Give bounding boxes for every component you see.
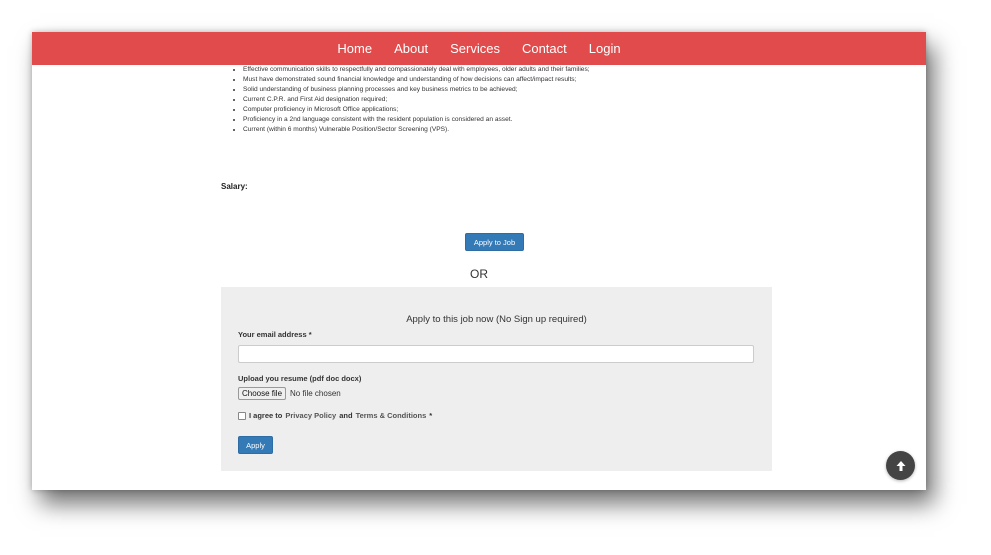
list-item: Computer proficiency in Microsoft Office… xyxy=(243,105,623,115)
and-text: and xyxy=(339,411,353,420)
quick-apply-panel: Apply to this job now (No Sign up requir… xyxy=(221,287,772,471)
list-item: Must have demonstrated sound financial k… xyxy=(243,75,623,85)
email-field[interactable] xyxy=(238,345,754,363)
list-item: Current (within 6 months) Vulnerable Pos… xyxy=(243,125,623,135)
choose-file-button[interactable]: Choose file xyxy=(238,387,287,400)
panel-title: Apply to this job now (No Sign up requir… xyxy=(406,314,587,325)
resume-label: Upload you resume (pdf doc docx) xyxy=(238,374,362,383)
requirements-list: Effective communication skills to respec… xyxy=(221,65,623,135)
agree-prefix-text: I agree to xyxy=(249,411,283,420)
arrow-up-icon xyxy=(896,460,905,471)
email-label: Your email address * xyxy=(238,330,312,339)
list-item: Solid understanding of business planning… xyxy=(243,85,623,95)
terms-conditions-link[interactable]: Terms & Conditions xyxy=(356,411,427,420)
file-upload: Choose file No file chosen xyxy=(238,387,341,400)
top-navbar: Home About Services Contact Login xyxy=(32,32,926,65)
nav-link-home[interactable]: Home xyxy=(326,41,383,56)
or-divider-text: OR xyxy=(470,267,488,281)
no-file-text: No file chosen xyxy=(290,389,341,398)
nav-menu: Home About Services Contact Login xyxy=(32,32,926,65)
list-item: Proficiency in a 2nd language consistent… xyxy=(243,115,623,125)
nav-link-services[interactable]: Services xyxy=(439,41,511,56)
apply-button[interactable]: Apply xyxy=(238,436,273,454)
browser-page: Home About Services Contact Login Effect… xyxy=(32,32,926,490)
nav-link-login[interactable]: Login xyxy=(578,41,632,56)
salary-label: Salary: xyxy=(221,182,248,191)
nav-link-contact[interactable]: Contact xyxy=(511,41,578,56)
privacy-policy-link[interactable]: Privacy Policy xyxy=(285,411,336,420)
list-item: Current C.P.R. and First Aid designation… xyxy=(243,95,623,105)
nav-link-about[interactable]: About xyxy=(383,41,439,56)
required-mark: * xyxy=(429,411,433,420)
list-item: Effective communication skills to respec… xyxy=(243,65,623,75)
agree-checkbox[interactable] xyxy=(238,411,246,420)
apply-to-job-button[interactable]: Apply to Job xyxy=(465,233,524,251)
agree-terms-row: I agree to Privacy Policy and Terms & Co… xyxy=(238,411,432,420)
scroll-to-top-button[interactable] xyxy=(886,451,915,480)
